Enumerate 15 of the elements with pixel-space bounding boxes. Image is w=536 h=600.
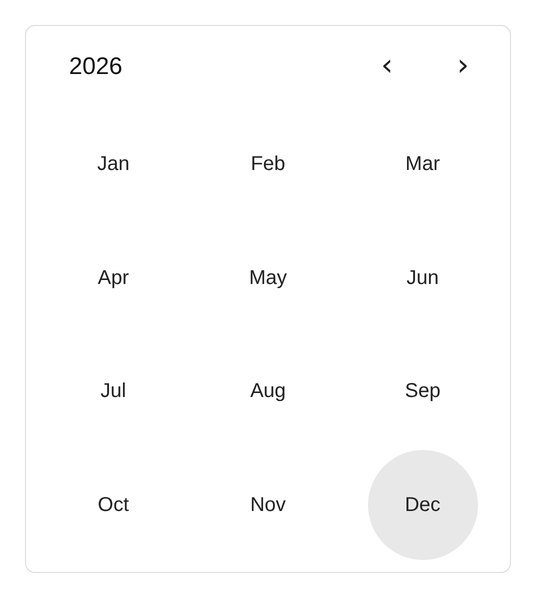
month-button[interactable]: Feb <box>212 110 323 220</box>
month-button[interactable]: Sep <box>368 336 478 447</box>
previous-year-button[interactable]: ‹ <box>367 47 407 87</box>
next-year-button[interactable]: › <box>443 47 483 87</box>
month-button[interactable]: Aug <box>212 336 323 447</box>
month-button[interactable]: Jul <box>58 336 168 447</box>
month-button[interactable]: Jan <box>58 110 168 220</box>
month-button[interactable]: Apr <box>58 223 168 334</box>
month-button[interactable]: Dec <box>368 450 478 560</box>
month-button[interactable]: Jun <box>368 223 478 334</box>
month-button[interactable]: Oct <box>58 450 168 560</box>
month-button[interactable]: Mar <box>368 110 478 220</box>
month-button[interactable]: May <box>212 223 323 334</box>
month-button[interactable]: Nov <box>212 450 323 560</box>
year-label: 2026 <box>69 53 122 81</box>
